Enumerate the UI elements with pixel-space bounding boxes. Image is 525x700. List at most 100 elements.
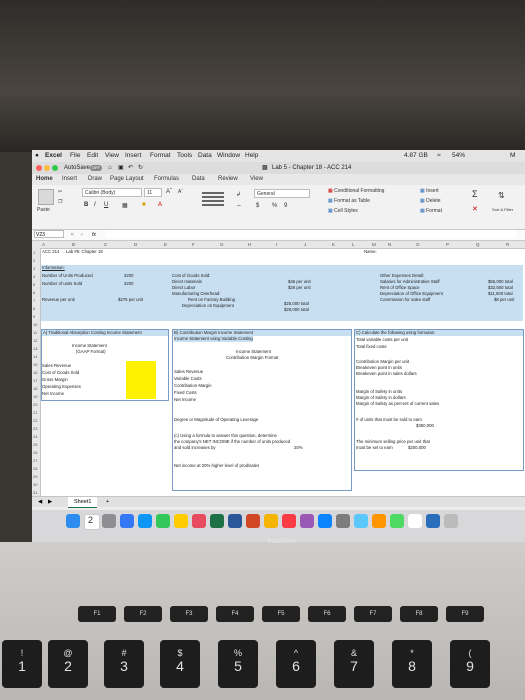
cell-direct-materials-val[interactable]: $46 per unit bbox=[288, 279, 311, 285]
podcasts-icon[interactable] bbox=[300, 514, 314, 528]
column-header[interactable]: J bbox=[304, 241, 306, 248]
cell-be-units[interactable]: Breakeven point in units bbox=[356, 365, 402, 371]
menu-format[interactable]: Format bbox=[150, 150, 171, 162]
reminders-icon[interactable] bbox=[408, 514, 422, 528]
row-header[interactable]: 13 bbox=[33, 346, 37, 351]
row-header[interactable]: 28 bbox=[33, 466, 37, 471]
tab-formulas[interactable]: Formulas bbox=[154, 174, 179, 185]
cell-a-gross-margin[interactable]: Gross Margin bbox=[42, 377, 68, 383]
menu-file[interactable]: File bbox=[70, 150, 80, 162]
menu-extra[interactable]: M bbox=[510, 150, 515, 162]
cell-depreciation-equip[interactable]: Depreciation on Equipment bbox=[182, 303, 234, 309]
column-header[interactable]: K bbox=[332, 241, 335, 248]
row-header[interactable]: 15 bbox=[33, 362, 37, 367]
word-icon[interactable] bbox=[228, 514, 242, 528]
cell-dep-office[interactable]: Depreciation of Office Equipment bbox=[380, 291, 443, 297]
menu-insert[interactable]: Insert bbox=[125, 150, 141, 162]
alignment-icon[interactable] bbox=[202, 190, 224, 212]
row-header[interactable]: 25 bbox=[33, 442, 37, 447]
fx-button[interactable]: fx bbox=[92, 230, 96, 240]
cell-a-cogs[interactable]: Cost of Goods Sold bbox=[42, 370, 79, 376]
cell-revenue[interactable]: $275 per unit bbox=[118, 297, 143, 303]
row-header[interactable]: 4 bbox=[33, 274, 35, 279]
cell-c-result[interactable]: Net income at 20% higher level of prod/s… bbox=[174, 463, 259, 469]
name-box[interactable]: V23 bbox=[34, 230, 64, 238]
cell-direct-materials[interactable]: Direct materials bbox=[172, 279, 202, 285]
cell-gaap-format[interactable]: (GAAP Format) bbox=[76, 349, 106, 355]
cell-rent-office[interactable]: Rent of Office Space bbox=[380, 285, 420, 291]
tab-view[interactable]: View bbox=[250, 174, 263, 185]
cell-a-net-income[interactable]: Net Income bbox=[42, 391, 64, 397]
row-header[interactable]: 31 bbox=[33, 490, 37, 495]
row-header[interactable]: 6 bbox=[33, 290, 35, 295]
sort-filter-icon[interactable]: ⇅ bbox=[498, 191, 505, 200]
next-sheet-icon[interactable]: ▶ bbox=[48, 497, 52, 507]
menu-data[interactable]: Data bbox=[198, 150, 212, 162]
mail-icon[interactable] bbox=[138, 514, 152, 528]
clipboard-icon[interactable] bbox=[38, 189, 54, 205]
underline-button[interactable]: U bbox=[104, 202, 108, 208]
app-menu[interactable]: Excel bbox=[45, 150, 62, 162]
wifi-icon[interactable]: ≈ bbox=[437, 150, 441, 162]
cell-a-sales-revenue[interactable]: Sales Revenue bbox=[42, 363, 71, 369]
format-as-table-button[interactable]: ▦ Format as Table bbox=[328, 198, 370, 204]
maps-icon[interactable] bbox=[354, 514, 368, 528]
photos-icon[interactable] bbox=[192, 514, 206, 528]
cell-revenue-label[interactable]: Revenue per unit bbox=[42, 297, 75, 303]
close-window-button[interactable] bbox=[36, 165, 42, 171]
cell-units-produced-label[interactable]: Number of Units Produced bbox=[42, 273, 93, 279]
system-preferences-icon[interactable] bbox=[336, 514, 350, 528]
percent-button[interactable]: % bbox=[272, 203, 277, 209]
fill-color-icon[interactable]: ■ bbox=[142, 202, 146, 208]
font-color-icon[interactable]: A bbox=[158, 202, 162, 208]
row-header[interactable]: 9 bbox=[33, 314, 35, 319]
apple-icon[interactable]: ● bbox=[35, 150, 39, 162]
wrap-text-icon[interactable]: ↲ bbox=[236, 191, 241, 198]
borders-icon[interactable]: ▦ bbox=[122, 202, 128, 209]
cell-target-units-label[interactable]: # of units that must be sold to earn bbox=[356, 417, 422, 423]
row-header[interactable]: 8 bbox=[33, 306, 35, 311]
format-cells-button[interactable]: ▦ Format bbox=[420, 208, 442, 214]
row-header[interactable]: 2 bbox=[33, 258, 35, 263]
cell-course[interactable]: ACC 214 bbox=[42, 249, 59, 255]
panel-absorption-title[interactable]: A) Traditional Absorption Costing Income… bbox=[42, 330, 168, 336]
italic-button[interactable]: I bbox=[94, 202, 96, 208]
conditional-formatting-button[interactable]: ▦ Conditional Formatting bbox=[328, 188, 384, 194]
excel-icon[interactable] bbox=[210, 514, 224, 528]
column-header[interactable]: I bbox=[276, 241, 277, 248]
cell-rent-factory-val[interactable]: $25,000 total bbox=[284, 301, 309, 307]
music-icon[interactable] bbox=[282, 514, 296, 528]
cell-direct-labor[interactable]: Direct Labor bbox=[172, 285, 195, 291]
formula-input[interactable] bbox=[106, 230, 516, 238]
copy-icon[interactable]: ❐ bbox=[58, 199, 62, 205]
cell-name-label[interactable]: Name: bbox=[364, 249, 377, 255]
column-header[interactable]: G bbox=[220, 241, 224, 248]
row-header[interactable]: 19 bbox=[33, 394, 37, 399]
undo-icon[interactable]: ↶ bbox=[128, 162, 133, 174]
cell-be-dollars[interactable]: Breakeven point in sales dollars bbox=[356, 371, 417, 377]
cell-commission-val[interactable]: $8 per unit bbox=[494, 297, 514, 303]
paste-button[interactable]: Paste bbox=[37, 207, 50, 213]
column-header[interactable]: H bbox=[248, 241, 251, 248]
row-header[interactable]: 11 bbox=[33, 330, 37, 335]
column-header[interactable]: C bbox=[104, 241, 107, 248]
row-header[interactable]: 21 bbox=[33, 410, 37, 415]
cell-c-text2[interactable]: the company's NET INCOME if the number o… bbox=[174, 439, 290, 445]
cell-cogs-header[interactable]: Cost of Goods Sold: bbox=[172, 273, 210, 279]
cell-b-net-income[interactable]: Net Income bbox=[174, 397, 196, 403]
column-header[interactable]: E bbox=[164, 241, 167, 248]
messages-icon[interactable] bbox=[156, 514, 170, 528]
cell-other-exp[interactable]: Other Expenses Detail: bbox=[380, 273, 424, 279]
tab-draw[interactable]: Draw bbox=[88, 174, 102, 185]
cell-min-price-2[interactable]: must be set to earn bbox=[356, 445, 393, 451]
cell-income-statement-b[interactable]: Income Statement bbox=[236, 349, 271, 355]
row-header[interactable]: 10 bbox=[33, 322, 37, 327]
redo-icon[interactable]: ↻ bbox=[138, 162, 143, 174]
tab-page-layout[interactable]: Page Layout bbox=[110, 174, 144, 185]
row-header[interactable]: 3 bbox=[33, 266, 35, 271]
panel-calculations-title[interactable]: C) Calculate the following using formula… bbox=[355, 330, 523, 336]
column-header[interactable]: R bbox=[506, 241, 509, 248]
cell-units-produced[interactable]: 3200 bbox=[124, 273, 134, 279]
column-header[interactable]: M bbox=[372, 241, 376, 248]
row-header[interactable]: 27 bbox=[33, 458, 37, 463]
